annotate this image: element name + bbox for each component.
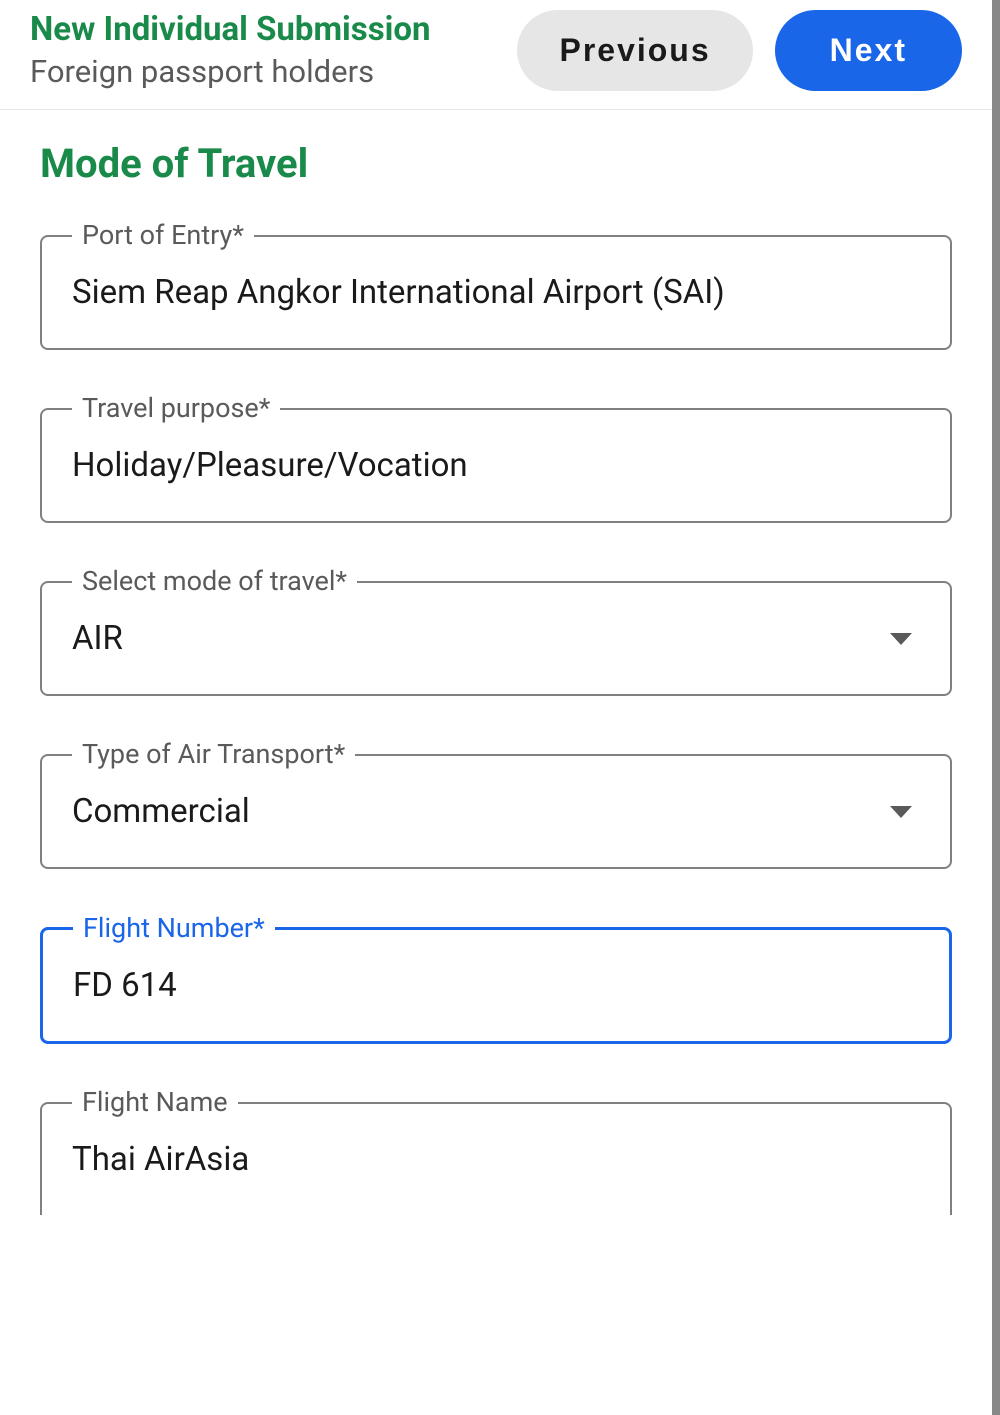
flight-number-field[interactable]: Flight Number* [40, 927, 952, 1044]
travel-purpose-input[interactable] [42, 410, 950, 521]
air-transport-type-field[interactable]: Type of Air Transport* Commercial [40, 754, 952, 869]
flight-number-label: Flight Number* [73, 912, 275, 944]
chevron-down-icon [890, 633, 912, 645]
flight-number-input[interactable] [43, 930, 949, 1041]
previous-button[interactable]: Previous [517, 10, 752, 91]
mode-of-travel-field[interactable]: Select mode of travel* AIR [40, 581, 952, 696]
chevron-down-icon [890, 806, 912, 818]
flight-name-input[interactable] [42, 1104, 950, 1215]
page-title: New Individual Submission [30, 11, 431, 49]
header-nav-buttons: Previous Next [517, 10, 962, 91]
page-subtitle: Foreign passport holders [30, 53, 431, 90]
flight-name-label: Flight Name [72, 1086, 238, 1118]
form-content: Mode of Travel Port of Entry* Travel pur… [0, 110, 992, 1215]
travel-purpose-label: Travel purpose* [72, 392, 280, 424]
air-transport-type-value: Commercial [72, 792, 250, 831]
section-title: Mode of Travel [40, 140, 952, 187]
port-of-entry-label: Port of Entry* [72, 219, 254, 251]
mode-of-travel-label: Select mode of travel* [72, 565, 357, 597]
port-of-entry-field[interactable]: Port of Entry* [40, 235, 952, 350]
port-of-entry-input[interactable] [42, 237, 950, 348]
mode-of-travel-value: AIR [72, 619, 123, 658]
flight-name-field[interactable]: Flight Name [40, 1102, 952, 1215]
travel-purpose-field[interactable]: Travel purpose* [40, 408, 952, 523]
mode-of-travel-select[interactable]: AIR [42, 583, 950, 694]
air-transport-type-label: Type of Air Transport* [72, 738, 355, 770]
header-title-block: New Individual Submission Foreign passpo… [30, 11, 431, 90]
air-transport-type-select[interactable]: Commercial [42, 756, 950, 867]
next-button[interactable]: Next [775, 10, 962, 91]
page-header: New Individual Submission Foreign passpo… [0, 0, 992, 110]
